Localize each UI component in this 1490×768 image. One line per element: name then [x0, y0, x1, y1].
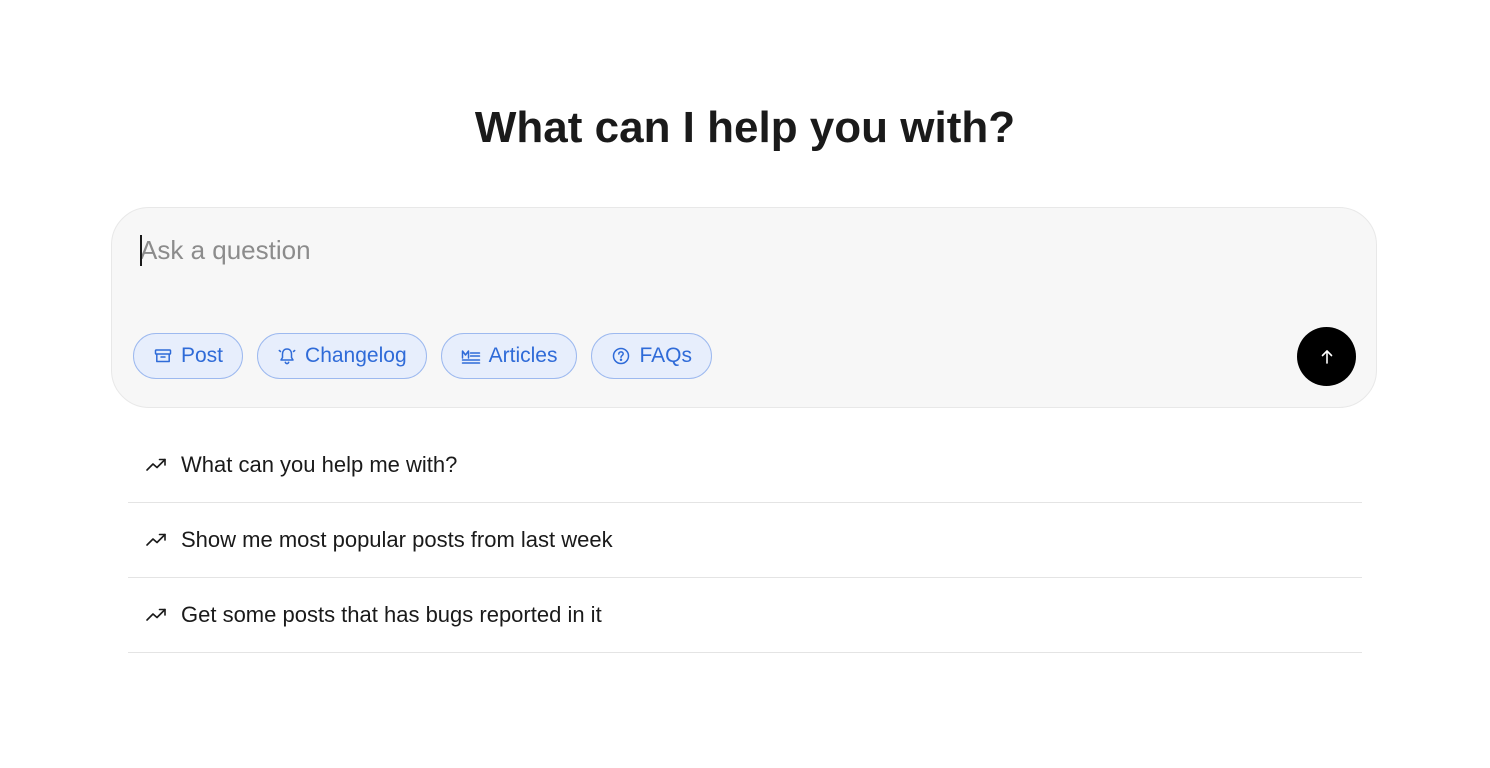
suggestion-list: What can you help me with? Show me most …	[128, 428, 1362, 653]
suggestion-item[interactable]: What can you help me with?	[128, 428, 1362, 503]
question-composer: Post Changelog	[111, 207, 1377, 408]
chip-post[interactable]: Post	[133, 333, 244, 379]
suggestion-text: Show me most popular posts from last wee…	[181, 527, 613, 552]
text-caret	[140, 235, 142, 266]
markdown-article-icon	[461, 346, 481, 366]
chip-changelog[interactable]: Changelog	[257, 333, 427, 379]
trending-up-icon	[145, 454, 167, 476]
chip-label: Articles	[488, 344, 558, 367]
chip-label: Post	[181, 344, 224, 367]
chip-articles[interactable]: Articles	[440, 333, 578, 379]
chip-faqs[interactable]: FAQs	[591, 333, 712, 379]
suggestion-text: What can you help me with?	[181, 452, 458, 477]
question-input[interactable]	[140, 230, 1240, 270]
arrow-up-icon	[1318, 348, 1336, 366]
chip-label: Changelog	[305, 344, 407, 367]
trending-up-icon	[145, 529, 167, 551]
trending-up-icon	[145, 604, 167, 626]
send-button[interactable]	[1297, 327, 1356, 386]
archive-box-icon	[153, 346, 173, 366]
bell-icon	[277, 346, 297, 366]
source-chips: Post Changelog Articles FAQs	[133, 333, 712, 379]
question-circle-icon	[611, 346, 631, 366]
suggestion-item[interactable]: Show me most popular posts from last wee…	[128, 503, 1362, 578]
suggestion-text: Get some posts that has bugs reported in…	[181, 602, 602, 627]
chip-label: FAQs	[639, 344, 692, 367]
page-title: What can I help you with?	[474, 103, 1016, 152]
suggestion-item[interactable]: Get some posts that has bugs reported in…	[128, 578, 1362, 653]
page: What can I help you with? Post	[0, 0, 1490, 768]
